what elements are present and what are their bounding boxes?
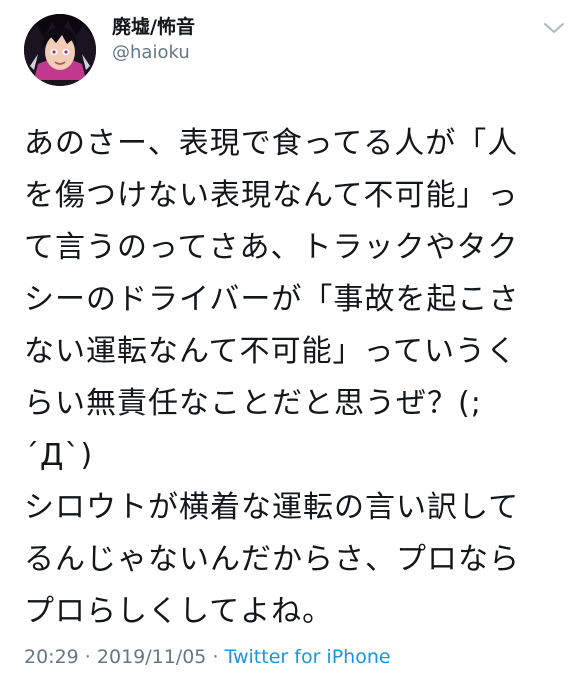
avatar[interactable] [24,14,96,86]
tweet-line: ない運転なんて不可能」っていうく [24,334,517,369]
tweet-line: ´Д`) [24,438,94,473]
username-handle[interactable]: @haioku [112,40,195,66]
meta-separator: · [206,646,225,668]
meta-separator: · [78,646,97,668]
tweet-line: て言うのってさあ、トラックやタク [24,230,519,265]
tweet-line: シロウトが横着な運転の言い訳して [24,490,520,525]
tweet-line: プロらしくしてよね。 [24,594,334,629]
tweet-time[interactable]: 20:29 [24,646,79,668]
tweet-line: あのさー、表現で食ってる人が「人 [24,126,519,161]
tweet-text: あのさー、表現で食ってる人が「人 を傷つけない表現なんて不可能」っ て言うのって… [24,118,564,638]
name-block: 廃墟/怖音 @haioku [112,14,195,66]
tweet-line: るんじゃないんだからさ、プロなら [24,542,520,577]
tweet-meta: 20:29 · 2019/11/05 · Twitter for iPhone [24,644,391,670]
tweet-source-link[interactable]: Twitter for iPhone [225,646,391,668]
tweet-line: シーのドライバーが「事故を起こさ [24,282,520,317]
tweet-line: らい無責任なことだと思うぜ？(; [24,386,482,421]
chevron-down-icon[interactable] [541,18,567,38]
tweet-date[interactable]: 2019/11/05 [97,646,207,668]
tweet-header: 廃墟/怖音 @haioku [24,12,569,86]
avatar-illustration [24,14,96,86]
tweet-line: を傷つけない表現なんて不可能」っ [24,178,519,213]
display-name[interactable]: 廃墟/怖音 [112,14,195,40]
